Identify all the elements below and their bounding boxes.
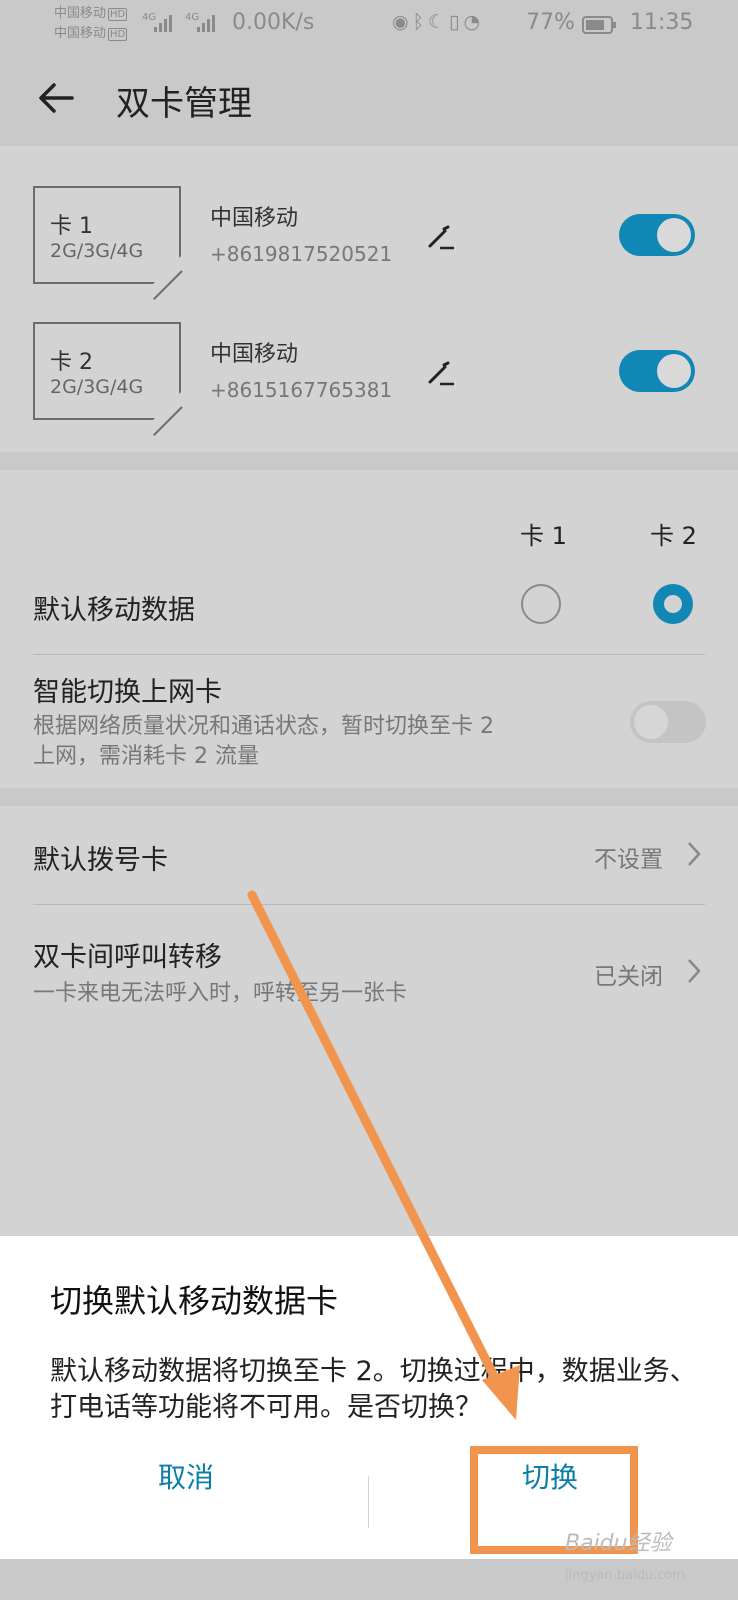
sim-card-name: 卡 1 — [50, 214, 93, 239]
watermark-url: jingyan.baidu.com — [565, 1568, 685, 1583]
eye-icon: ◉ — [392, 11, 413, 33]
signal-icon — [154, 14, 178, 32]
carrier-1: 中国移动 HD — [54, 6, 128, 21]
cancel-button[interactable]: 取消 — [36, 1448, 336, 1508]
back-arrow-icon[interactable] — [36, 78, 76, 118]
default-data-card2-radio[interactable] — [653, 584, 693, 624]
column-header-card2: 卡 2 — [650, 522, 697, 550]
app-bar: 双卡管理 — [0, 50, 738, 146]
sim-phone-number: +8615167765381 — [210, 378, 393, 402]
vibrate-icon: ▯ — [449, 11, 464, 33]
bluetooth-icon: ᛒ — [412, 11, 428, 33]
battery-percent: 77% — [526, 10, 575, 35]
sim-carrier: 中国移动 — [210, 206, 299, 231]
carrier-2: 中国移动 HD — [54, 26, 128, 41]
sim-network-types: 2G/3G/4G — [50, 376, 144, 398]
battery-icon — [582, 16, 616, 34]
default-call-card-label: 默认拨号卡 — [33, 845, 168, 876]
call-forwarding-desc: 一卡来电无法呼入时，呼转至另一张卡 — [33, 981, 408, 1006]
moon-icon: ☾ — [428, 11, 450, 33]
speedometer-icon: ◔ — [463, 11, 485, 33]
sim-card-icon: 卡 2 2G/3G/4G — [33, 322, 183, 436]
sim-phone-number: +8619817520521 — [210, 242, 393, 266]
column-header-card1: 卡 1 — [520, 522, 567, 550]
sim1-enable-toggle[interactable] — [619, 214, 695, 256]
smart-switch-toggle[interactable] — [630, 701, 706, 743]
chevron-right-icon — [688, 842, 701, 866]
sim2-enable-toggle[interactable] — [619, 350, 695, 392]
status-icons: ◉ᛒ☾▯◔ — [392, 11, 484, 33]
sim-card-name: 卡 2 — [50, 350, 93, 375]
default-data-label: 默认移动数据 — [33, 595, 195, 626]
call-forwarding-label: 双卡间呼叫转移 — [33, 942, 222, 973]
watermark-logo: Baidu经验 — [565, 1531, 672, 1556]
sim-cards-section: 卡 1 2G/3G/4G 中国移动 +8619817520521 卡 2 2G/… — [0, 146, 738, 452]
dialog-button-divider — [368, 1476, 369, 1528]
default-call-card-value: 不设置 — [594, 847, 663, 873]
smart-switch-desc-line2: 上网，需消耗卡 2 流量 — [33, 744, 259, 769]
net-speed: 0.00K/s — [232, 10, 315, 35]
signal-icon — [197, 14, 221, 32]
smart-switch-desc-line1: 根据网络质量状况和通话状态，暂时切换至卡 2 — [33, 714, 494, 739]
clock: 11:35 — [630, 10, 694, 35]
call-settings-section: 默认拨号卡 不设置 双卡间呼叫转移 一卡来电无法呼入时，呼转至另一张卡 已关闭 — [0, 806, 738, 1236]
smart-switch-label: 智能切换上网卡 — [33, 677, 222, 708]
dialog-message: 默认移动数据将切换至卡 2。切换过程中，数据业务、打电话等功能将不可用。是否切换… — [50, 1356, 697, 1423]
page-title: 双卡管理 — [116, 84, 252, 124]
edit-pencil-icon[interactable] — [426, 222, 456, 252]
sim-network-types: 2G/3G/4G — [50, 240, 144, 262]
mobile-data-section: 卡 1 卡 2 默认移动数据 智能切换上网卡 根据网络质量状况和通话状态，暂时切… — [0, 470, 738, 788]
divider — [33, 654, 705, 655]
default-call-card-row[interactable]: 默认拨号卡 不设置 — [0, 806, 738, 904]
edit-pencil-icon[interactable] — [426, 358, 456, 388]
dialog-title: 切换默认移动数据卡 — [50, 1282, 339, 1320]
sim-card-icon: 卡 1 2G/3G/4G — [33, 186, 183, 300]
chevron-right-icon — [688, 959, 701, 983]
default-data-card1-radio[interactable] — [521, 584, 561, 624]
call-forwarding-row[interactable]: 双卡间呼叫转移 一卡来电无法呼入时，呼转至另一张卡 已关闭 — [0, 905, 738, 1023]
sim-carrier: 中国移动 — [210, 342, 299, 367]
call-forwarding-value: 已关闭 — [594, 964, 663, 990]
status-bar: 中国移动 HD 中国移动 HD 4G 4G 0.00K/s ◉ᛒ☾▯◔ 77% 11… — [0, 0, 738, 50]
